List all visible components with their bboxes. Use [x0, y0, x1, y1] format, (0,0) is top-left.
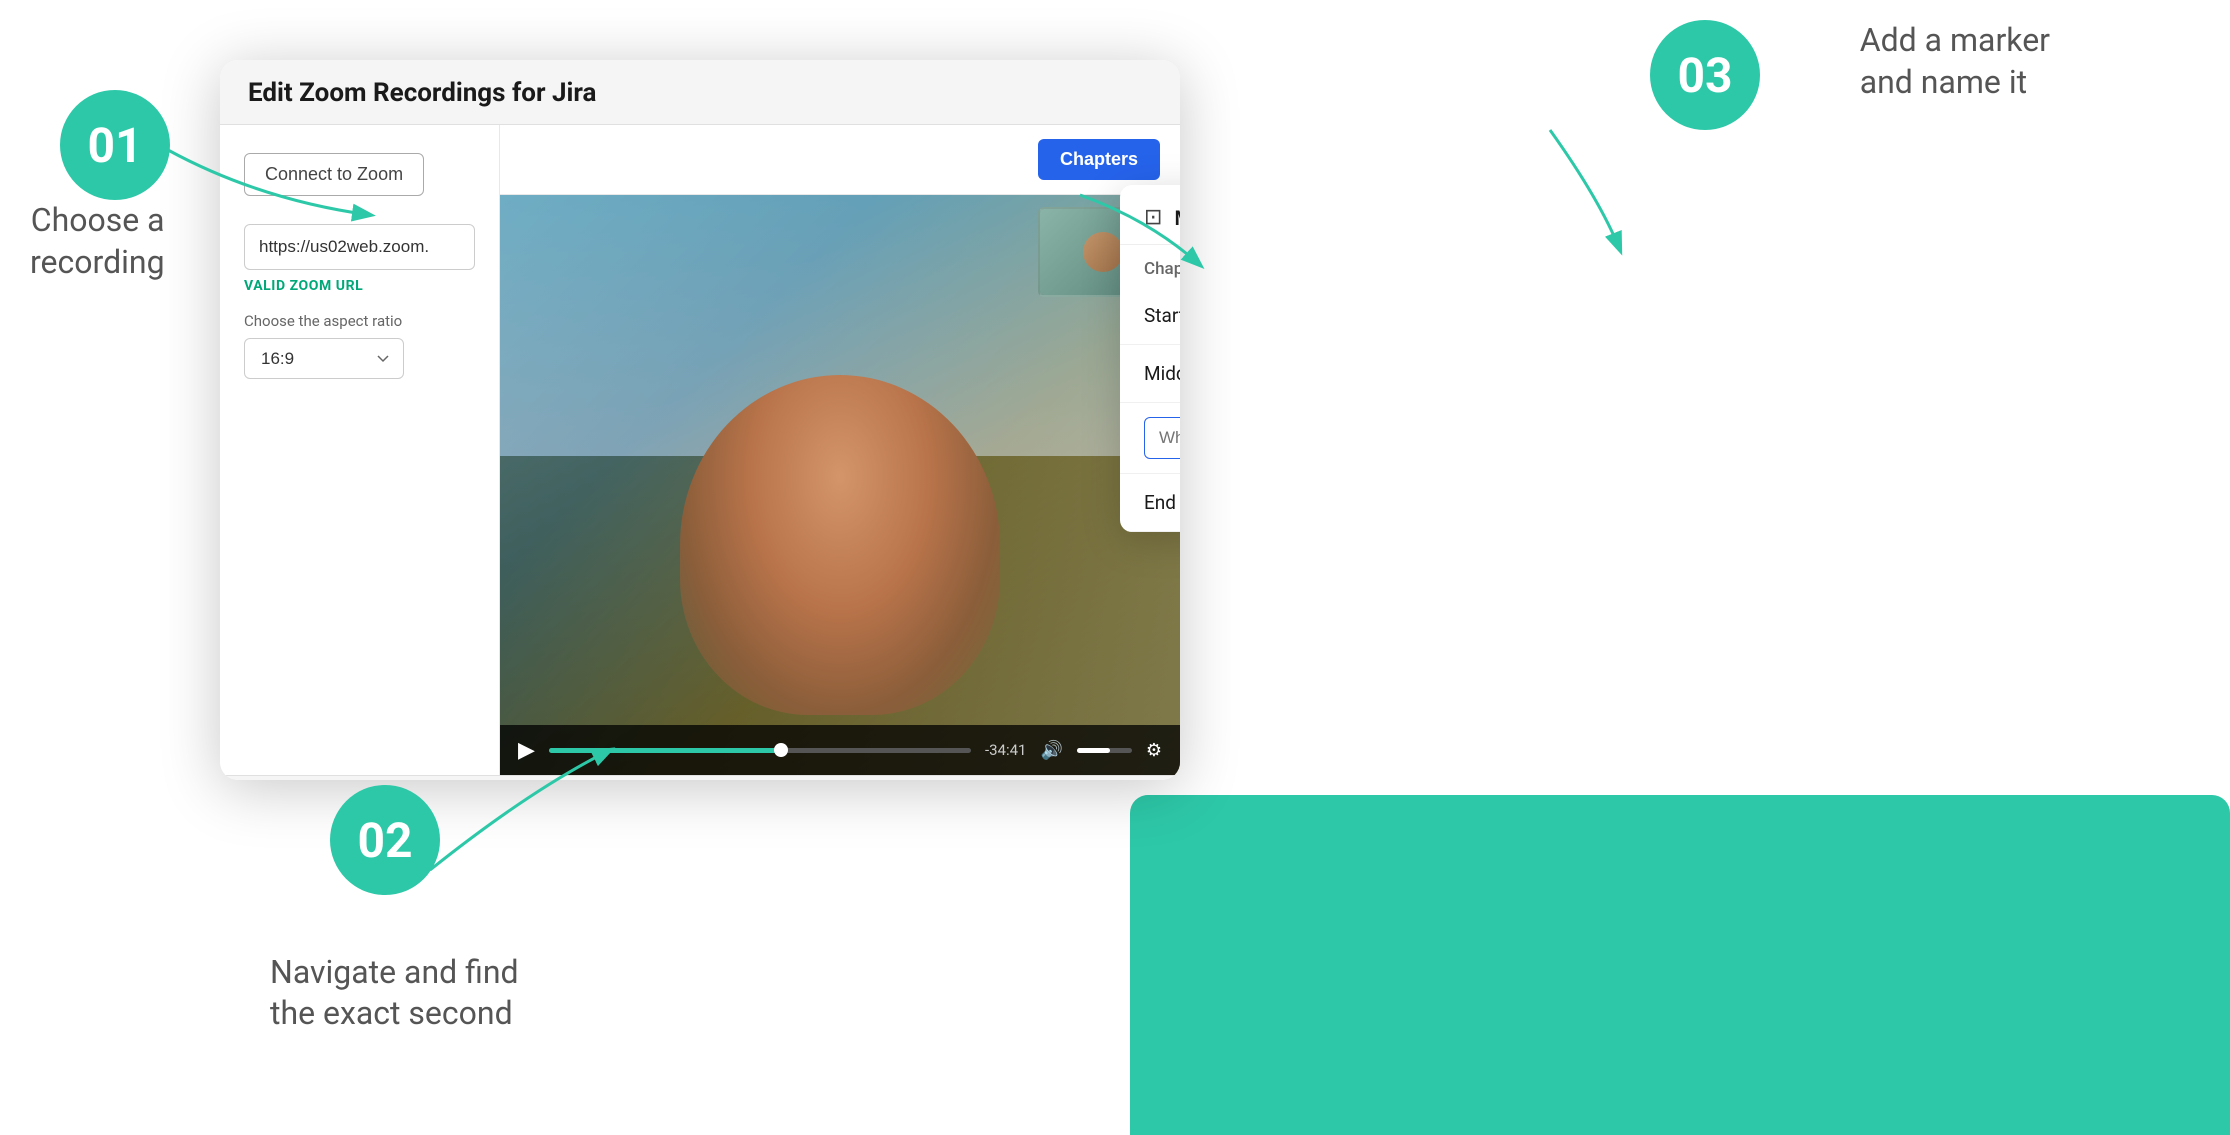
step-badge-02: 02	[330, 785, 440, 895]
video-placeholder: ▶ -34:41 🔊 ⚙	[500, 195, 1180, 775]
valid-zoom-url-label: VALID ZOOM URL	[244, 278, 475, 294]
mark-this-position-title: Mark this position	[1174, 206, 1180, 230]
aspect-ratio-label: Choose the aspect ratio	[244, 312, 475, 330]
volume-filled	[1077, 748, 1110, 753]
step-label-02: Navigate and findthe exact second	[270, 952, 519, 1035]
main-window: Edit Zoom Recordings for Jira Connect to…	[220, 60, 1180, 780]
video-person	[680, 375, 1000, 715]
chapter-name-input[interactable]	[1144, 417, 1180, 459]
right-panel: Chapters	[500, 125, 1180, 775]
step-badge-01: 01	[60, 90, 170, 200]
chapter-row-start: Start ✏ 🗑	[1120, 287, 1180, 345]
volume-icon: 🔊	[1040, 740, 1062, 761]
chapters-button[interactable]: Chapters	[1038, 139, 1160, 180]
progress-bar[interactable]	[549, 748, 971, 753]
window-title: Edit Zoom Recordings for Jira	[248, 78, 596, 108]
chapter-row-new: ✓ ✕	[1120, 403, 1180, 474]
step-label-01: Choose arecording	[30, 200, 165, 283]
window-footer: Save Cancel	[220, 775, 1180, 780]
video-area: ▶ -34:41 🔊 ⚙	[500, 195, 1180, 775]
settings-icon[interactable]: ⚙	[1146, 740, 1162, 761]
progress-filled	[549, 748, 781, 753]
step-03-text: Add a markerand name it	[1860, 21, 2050, 101]
connect-to-zoom-button[interactable]: Connect to Zoom	[244, 153, 424, 196]
progress-thumb	[774, 743, 788, 757]
volume-bar[interactable]	[1077, 748, 1132, 753]
aspect-ratio-select[interactable]: 16:9 4:3 1:1	[244, 338, 404, 379]
window-body: Connect to Zoom VALID ZOOM URL Choose th…	[220, 125, 1180, 775]
window-titlebar: Edit Zoom Recordings for Jira	[220, 60, 1180, 125]
chapter-row-end: End ✏ 🗑	[1120, 474, 1180, 532]
teal-background	[1130, 795, 2230, 1135]
play-button[interactable]: ▶	[518, 737, 535, 763]
step-label-03: Add a markerand name it	[1860, 20, 2050, 103]
chapter-name-start: Start	[1144, 304, 1180, 327]
chapter-row-middle: Middle ✏ 🗑	[1120, 345, 1180, 403]
video-controls: ▶ -34:41 🔊 ⚙	[500, 725, 1180, 775]
pip-person	[1083, 232, 1123, 272]
step-01-line1: Choose arecording	[30, 201, 165, 281]
step-02-text: Navigate and findthe exact second	[270, 953, 519, 1033]
chapters-section-label: Chapters	[1120, 245, 1180, 287]
scene: 01 02 03 Choose arecording Navigate and …	[0, 0, 2230, 1135]
step-badge-03: 03	[1650, 20, 1760, 130]
chapters-popup: ⊡ Mark this position Chapters Start ✏ 🗑 …	[1120, 185, 1180, 532]
video-content	[500, 195, 1180, 775]
mark-icon: ⊡	[1144, 205, 1162, 230]
chapter-name-middle: Middle	[1144, 362, 1180, 385]
left-panel: Connect to Zoom VALID ZOOM URL Choose th…	[220, 125, 500, 775]
chapters-popup-header: ⊡ Mark this position	[1120, 185, 1180, 245]
zoom-url-input[interactable]	[244, 224, 475, 270]
chapter-name-end: End	[1144, 491, 1180, 514]
time-remaining: -34:41	[985, 741, 1027, 759]
right-panel-header: Chapters	[500, 125, 1180, 195]
